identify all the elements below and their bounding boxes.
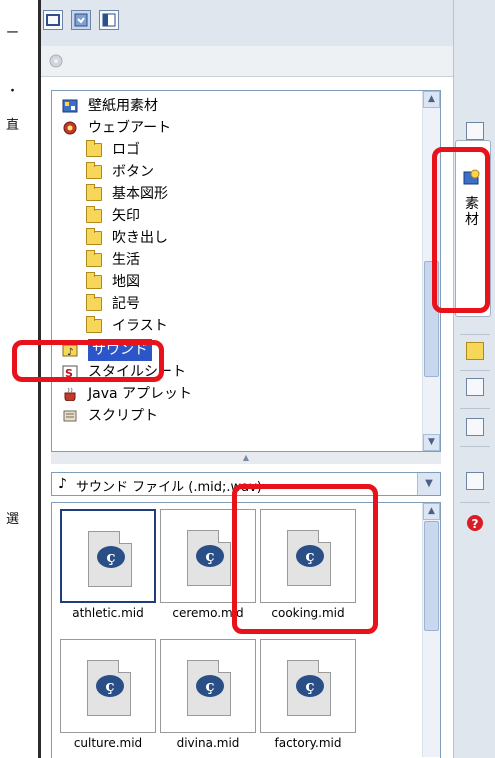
svg-text:?: ? xyxy=(472,517,479,531)
file-thumbnail: ç xyxy=(60,639,156,733)
panel-subtoolbar xyxy=(41,46,453,77)
midi-file-icon: ç xyxy=(187,530,231,586)
sitemap-icon[interactable] xyxy=(466,378,484,396)
tree-item-label: 矢印 xyxy=(112,208,140,224)
bg-text-fragment: 直 xyxy=(6,118,20,133)
file-name: athletic.mid xyxy=(72,606,144,620)
list-view-icon xyxy=(46,14,60,26)
file-thumbnail: ç xyxy=(260,639,356,733)
highlight-sound-item xyxy=(12,340,164,382)
help-icon[interactable]: ? xyxy=(466,514,484,532)
file-tile[interactable]: ç factory.mid xyxy=(260,639,356,751)
split-view-icon xyxy=(102,13,116,27)
scroll-thumb[interactable] xyxy=(424,521,439,631)
separator xyxy=(460,446,490,447)
pane-splitter[interactable]: ▲ xyxy=(51,452,441,464)
code-icon[interactable] xyxy=(466,472,484,490)
view-list-button[interactable] xyxy=(43,10,63,30)
panel-toolbar xyxy=(41,0,453,47)
folder-icon xyxy=(86,316,102,333)
midi-file-icon: ç xyxy=(87,660,131,716)
view-tree-button[interactable] xyxy=(71,10,91,30)
edit-icon[interactable] xyxy=(466,418,484,436)
tree-item-label: 地図 xyxy=(112,274,140,290)
file-name: divina.mid xyxy=(176,736,240,750)
folder-icon[interactable] xyxy=(466,342,484,360)
tree-item-label: 記号 xyxy=(112,296,140,312)
webart-icon xyxy=(63,121,77,135)
file-tile[interactable]: ç culture.mid xyxy=(60,639,156,751)
tree-item-label: 壁紙用素材 xyxy=(88,98,158,114)
midi-file-icon: ç xyxy=(287,660,331,716)
highlight-sozai-tab xyxy=(432,147,490,313)
bg-text-fragment: 選 xyxy=(6,512,20,527)
scroll-up-button[interactable]: ▲ xyxy=(423,503,440,520)
separator xyxy=(460,370,490,371)
file-thumbnail: ç xyxy=(160,639,256,733)
tree-item-label: ウェブアート xyxy=(88,120,172,136)
tree-item-label: 基本図形 xyxy=(112,186,168,202)
grid-scrollbar[interactable]: ▲ xyxy=(422,503,440,757)
scroll-down-button[interactable]: ▼ xyxy=(423,434,440,451)
file-tile[interactable]: ç athletic.mid xyxy=(60,509,156,621)
folder-icon xyxy=(86,250,102,267)
tree-view-icon xyxy=(74,13,88,27)
bg-text-fragment: ー xyxy=(6,26,20,41)
folder-icon xyxy=(86,184,102,201)
wallpaper-icon xyxy=(62,99,78,113)
tree-item-label: イラスト xyxy=(112,318,168,334)
folder-icon xyxy=(86,294,102,311)
page-icon[interactable] xyxy=(466,122,484,140)
tree-item-label: スクリプト xyxy=(88,408,158,424)
side-tab-bar: ? xyxy=(453,0,495,758)
view-split-button[interactable] xyxy=(99,10,119,30)
music-note-icon: ♪ xyxy=(58,476,67,492)
separator xyxy=(460,334,490,335)
tree-item-label: Java アプレット xyxy=(88,386,193,402)
folder-icon xyxy=(86,140,102,157)
tree-item-label: ロゴ xyxy=(112,142,140,158)
folder-icon xyxy=(86,206,102,223)
tree-item-label: 生活 xyxy=(112,252,140,268)
file-name: factory.mid xyxy=(274,736,342,750)
file-name: culture.mid xyxy=(73,736,143,750)
highlight-cooking-file xyxy=(232,484,378,634)
folder-icon xyxy=(86,272,102,289)
folder-icon xyxy=(86,228,102,245)
separator xyxy=(460,408,490,409)
midi-file-icon: ç xyxy=(88,531,132,587)
file-tile[interactable]: ç divina.mid xyxy=(160,639,256,751)
bg-text-fragment: ・ xyxy=(6,84,20,99)
chevron-down-icon[interactable]: ▼ xyxy=(417,473,440,495)
scroll-up-button[interactable]: ▲ xyxy=(423,91,440,108)
tree-item-label: 吹き出し xyxy=(112,230,168,246)
midi-file-icon: ç xyxy=(187,660,231,716)
tree-item-label: ボタン xyxy=(112,164,154,180)
category-tree[interactable]: 壁紙用素材 ウェブアート ロゴ ボタン 基本図形 矢印 吹き出し 生活 地図 記… xyxy=(51,90,441,452)
separator xyxy=(460,502,490,503)
script-icon xyxy=(63,410,77,422)
java-icon xyxy=(64,387,76,401)
file-thumbnail: ç xyxy=(60,509,156,603)
folder-icon xyxy=(86,162,102,179)
settings-icon[interactable] xyxy=(47,52,65,70)
